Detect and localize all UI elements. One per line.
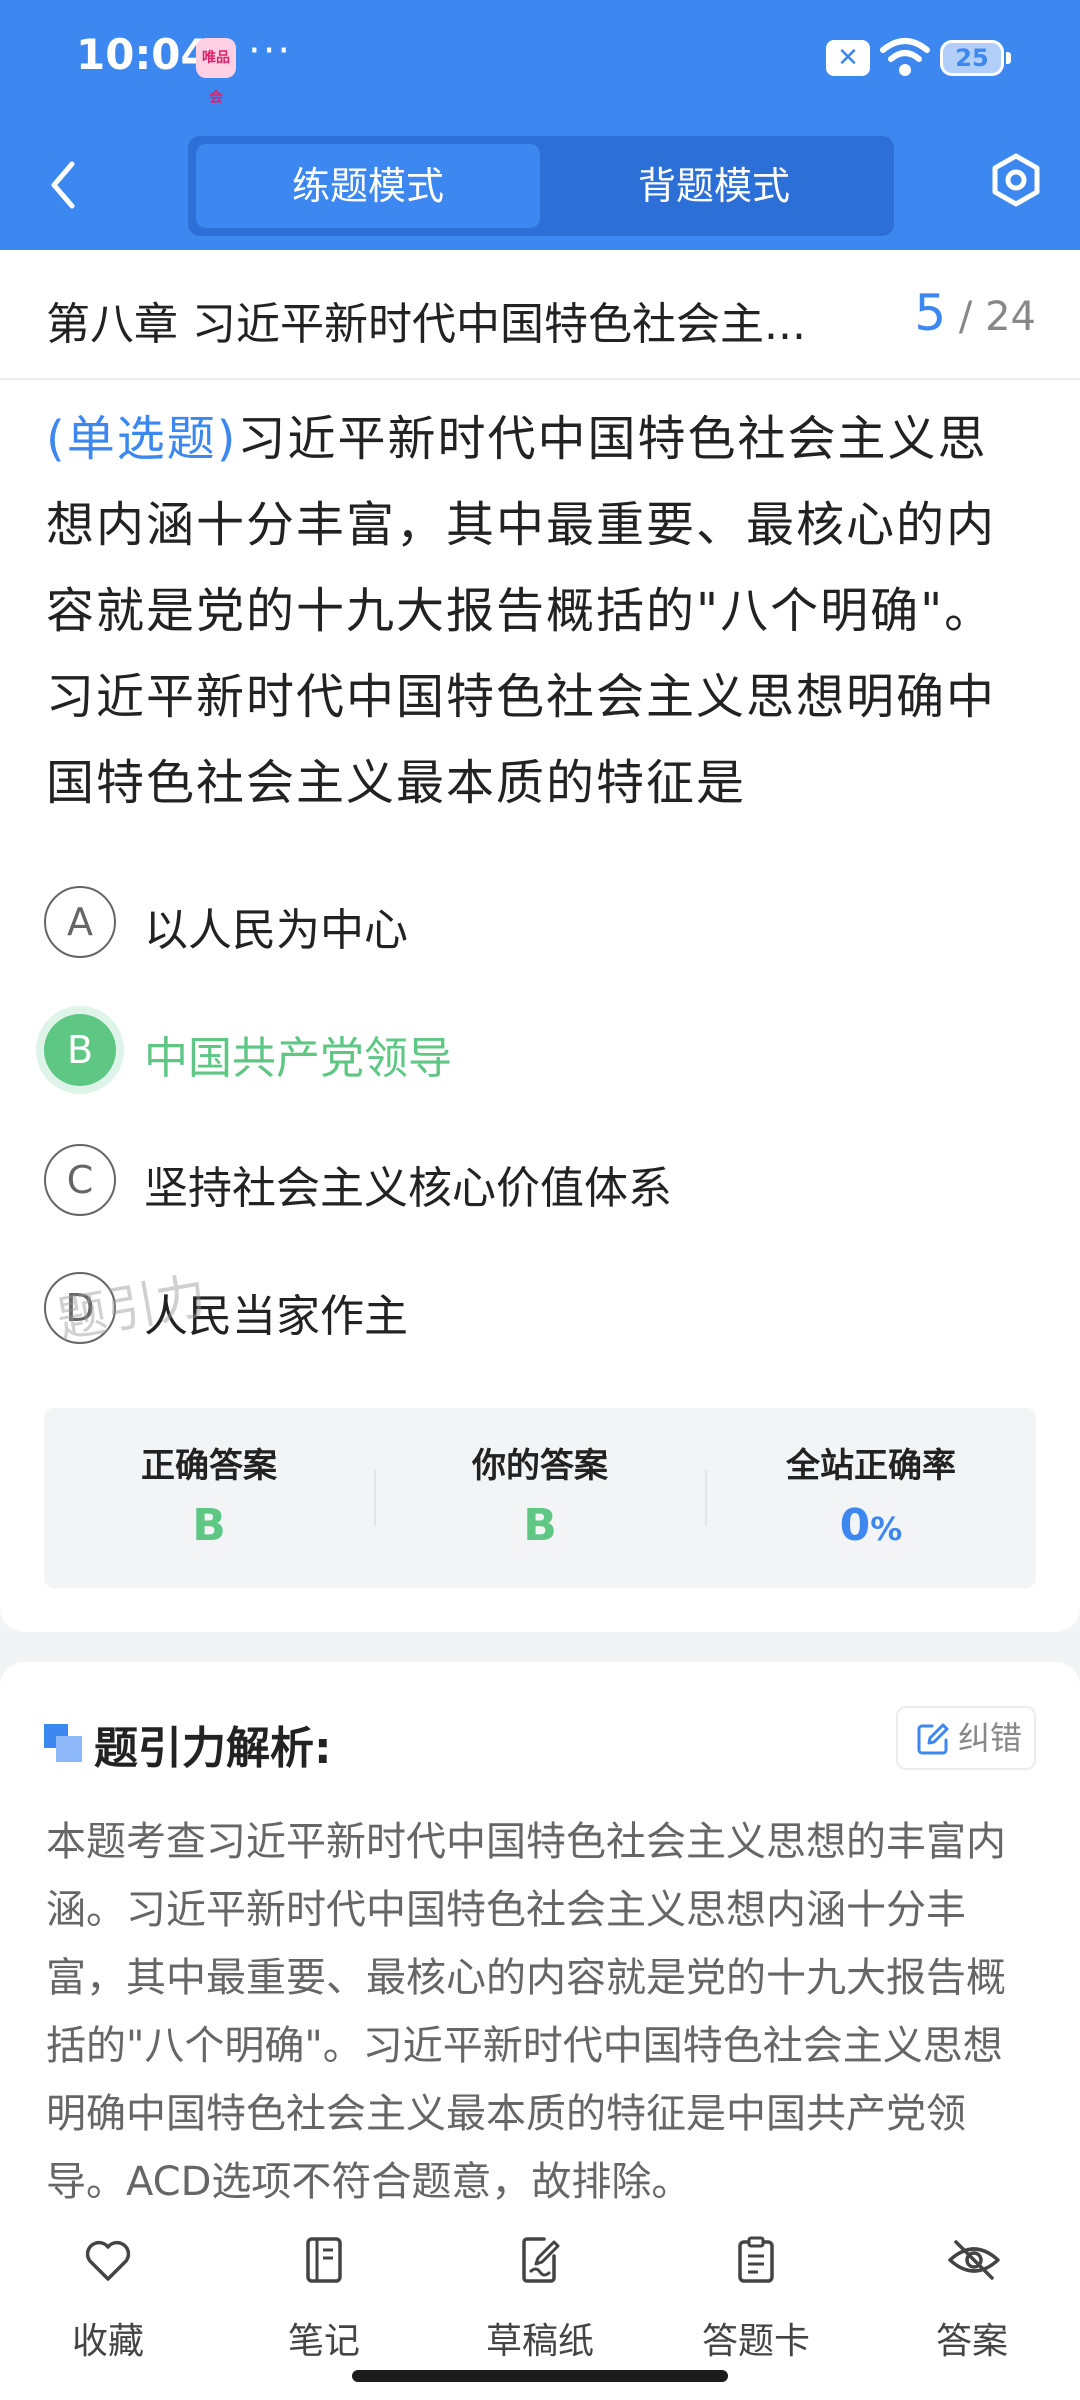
accuracy-column: 全站正确率 0% xyxy=(706,1408,1036,1588)
draft-button[interactable]: 草稿纸 xyxy=(460,2226,620,2366)
analysis-card: 题引力解析: 纠错 本题考查习近平新时代中国特色社会主义思想的丰富内涵。习近平新… xyxy=(0,1662,1080,2242)
draft-label: 草稿纸 xyxy=(485,2321,594,2362)
option-letter: C xyxy=(44,1144,116,1216)
mode-switch: 练题模式 背题模式 xyxy=(188,136,894,236)
chapter-row: 第八章 习近平新时代中国特色社会主... 5 / 24 xyxy=(0,250,1080,380)
favorite-label: 收藏 xyxy=(71,2321,144,2362)
more-notifications-icon: ··· xyxy=(248,28,293,74)
back-arrow-icon[interactable] xyxy=(40,150,90,220)
show-answer-button[interactable]: 答案 xyxy=(892,2226,1052,2366)
question-text: 习近平新时代中国特色社会主义思想内涵十分丰富，其中最重要、最核心的内容就是党的十… xyxy=(46,411,997,811)
option-a[interactable]: A 以人民为中心 xyxy=(44,876,1034,966)
settings-icon[interactable] xyxy=(988,152,1044,208)
notebook-icon xyxy=(306,2237,342,2283)
favorite-button[interactable]: 收藏 xyxy=(28,2226,188,2366)
no-sim-icon: ✕ xyxy=(826,40,870,76)
option-c[interactable]: C 坚持社会主义核心价值体系 xyxy=(44,1134,1034,1224)
heart-icon xyxy=(85,2240,131,2281)
question-card: 第八章 习近平新时代中国特色社会主... 5 / 24 (单选题)习近平新时代中… xyxy=(0,250,1080,1632)
option-text: 中国共产党领导 xyxy=(144,1033,452,1084)
notes-button[interactable]: 笔记 xyxy=(244,2226,404,2366)
question-progress[interactable]: 5 / 24 xyxy=(914,284,1036,342)
option-d[interactable]: D 人民当家作主 xyxy=(44,1262,1034,1352)
answer-card-button[interactable]: 答题卡 xyxy=(676,2226,836,2366)
edit-icon xyxy=(917,1723,949,1755)
answer-panel: 正确答案 B 你的答案 B 全站正确率 0% xyxy=(44,1408,1036,1588)
shopping-app-icon: 唯品会 xyxy=(196,38,236,106)
option-text: 以人民为中心 xyxy=(144,905,408,956)
option-b[interactable]: B 中国共产党领导 xyxy=(44,1004,1034,1094)
progress-separator: / xyxy=(958,294,973,340)
option-letter: B xyxy=(44,1014,116,1086)
app-header: 10:04 唯品会 ··· ✕ 25 练题模式 背题模式 xyxy=(0,0,1080,250)
analysis-square-icon xyxy=(44,1724,82,1762)
wifi-icon xyxy=(880,38,930,76)
battery-icon: 25 xyxy=(940,40,1011,76)
option-text: 坚持社会主义核心价值体系 xyxy=(144,1163,672,1214)
tab-memorize-mode[interactable]: 背题模式 xyxy=(542,144,886,228)
question-stem: (单选题)习近平新时代中国特色社会主义思想内涵十分丰富，其中最重要、最核心的内容… xyxy=(46,396,1036,826)
draft-icon xyxy=(522,2237,560,2283)
status-bar: 10:04 唯品会 ··· ✕ 25 xyxy=(0,0,1080,120)
home-indicator[interactable] xyxy=(352,2370,728,2382)
correct-answer-column: 正确答案 B xyxy=(44,1408,374,1588)
total-questions: 24 xyxy=(985,294,1036,340)
option-text: 人民当家作主 xyxy=(144,1291,408,1342)
show-answer-label: 答案 xyxy=(935,2321,1008,2362)
your-answer-label: 你的答案 xyxy=(472,1446,608,1486)
report-error-label: 纠错 xyxy=(958,1719,1023,1757)
accuracy-value: 0% xyxy=(706,1500,1036,1551)
answer-card-label: 答题卡 xyxy=(701,2321,810,2362)
tab-practice-mode[interactable]: 练题模式 xyxy=(196,144,540,228)
analysis-text: 本题考查习近平新时代中国特色社会主义思想的丰富内涵。习近平新时代中国特色社会主义… xyxy=(46,1819,1006,2205)
accuracy-unit: % xyxy=(870,1510,903,1548)
answer-card-icon xyxy=(738,2236,774,2283)
correct-answer-value: B xyxy=(192,1500,226,1551)
chapter-title: 第八章 习近平新时代中国特色社会主... xyxy=(46,299,806,350)
option-letter: A xyxy=(44,886,116,958)
eye-off-icon xyxy=(948,2240,1000,2280)
your-answer-value: B xyxy=(523,1500,557,1551)
accuracy-label: 全站正确率 xyxy=(786,1446,956,1486)
accuracy-number: 0 xyxy=(839,1500,871,1551)
current-question-number: 5 xyxy=(914,284,947,342)
your-answer-column: 你的答案 B xyxy=(375,1408,705,1588)
question-type: (单选题) xyxy=(46,411,238,467)
correct-answer-label: 正确答案 xyxy=(141,1446,277,1486)
report-error-button[interactable]: 纠错 xyxy=(896,1706,1036,1770)
analysis-title: 题引力解析: xyxy=(94,1723,332,1774)
notes-label: 笔记 xyxy=(287,2321,360,2362)
status-time: 10:04 xyxy=(76,30,210,79)
option-letter: D xyxy=(44,1272,116,1344)
